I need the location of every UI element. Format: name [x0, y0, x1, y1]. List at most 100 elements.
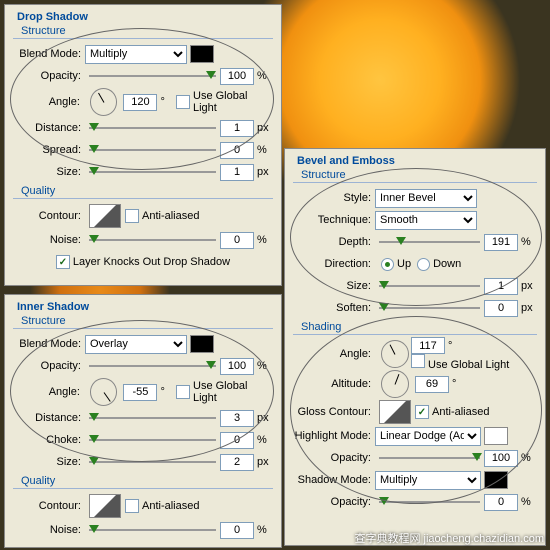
highlight-color-swatch[interactable]	[484, 427, 508, 445]
antialiased-label: Anti-aliased	[432, 406, 489, 418]
noise-label: Noise:	[13, 234, 85, 246]
distance-slider[interactable]	[89, 410, 216, 426]
contour-label: Contour:	[13, 500, 85, 512]
contour-picker[interactable]	[89, 494, 121, 518]
noise-input[interactable]	[220, 522, 254, 539]
gloss-contour-label: Gloss Contour:	[293, 406, 375, 418]
choke-label: Choke:	[13, 434, 85, 446]
shadow-mode-select[interactable]: Multiply	[375, 471, 481, 490]
size-input[interactable]	[220, 164, 254, 181]
distance-input[interactable]	[220, 120, 254, 137]
blend-mode-select[interactable]: Multiply	[85, 45, 187, 64]
depth-label: Depth:	[293, 236, 375, 248]
choke-input[interactable]	[220, 432, 254, 449]
opacity-input[interactable]	[220, 68, 254, 85]
use-global-checkbox[interactable]	[411, 354, 425, 368]
angle-input[interactable]	[123, 94, 157, 111]
soften-slider[interactable]	[379, 300, 480, 316]
soften-input[interactable]	[484, 300, 518, 317]
angle-dial[interactable]	[90, 378, 118, 406]
angle-input[interactable]	[411, 337, 445, 354]
style-label: Style:	[293, 192, 375, 204]
watermark: 查字典教程网 jiaocheng.chazidian.com	[354, 530, 544, 546]
antialiased-label: Anti-aliased	[142, 500, 199, 512]
structure-section: Structure	[293, 169, 537, 183]
altitude-label: Altitude:	[293, 378, 375, 390]
size-input[interactable]	[484, 278, 518, 295]
highlight-opacity-label: Opacity:	[293, 452, 375, 464]
direction-down-radio[interactable]	[417, 258, 430, 271]
angle-label: Angle:	[293, 348, 375, 360]
noise-slider[interactable]	[89, 522, 216, 538]
depth-slider[interactable]	[379, 234, 480, 250]
noise-input[interactable]	[220, 232, 254, 249]
shadow-color-swatch[interactable]	[484, 471, 508, 489]
distance-input[interactable]	[220, 410, 254, 427]
use-global-label: Use Global Light	[193, 90, 273, 114]
angle-label: Angle:	[13, 96, 84, 108]
depth-input[interactable]	[484, 234, 518, 251]
angle-dial[interactable]	[381, 340, 409, 368]
angle-input[interactable]	[123, 384, 157, 401]
antialiased-checkbox[interactable]	[125, 499, 139, 513]
size-input[interactable]	[220, 454, 254, 471]
shadow-opacity-slider[interactable]	[379, 494, 480, 510]
antialiased-checkbox[interactable]	[125, 209, 139, 223]
opacity-label: Opacity:	[13, 360, 85, 372]
highlight-opacity-input[interactable]	[484, 450, 518, 467]
direction-up-radio[interactable]	[381, 258, 394, 271]
color-swatch[interactable]	[190, 45, 214, 63]
structure-section: Structure	[13, 25, 273, 39]
size-label: Size:	[293, 280, 375, 292]
antialiased-label: Anti-aliased	[142, 210, 199, 222]
shadow-opacity-label: Opacity:	[293, 496, 375, 508]
size-label: Size:	[13, 456, 85, 468]
size-slider[interactable]	[89, 454, 216, 470]
use-global-checkbox[interactable]	[176, 95, 190, 109]
inner-shadow-panel: Inner Shadow Structure Blend Mode:Overla…	[4, 294, 282, 548]
angle-label: Angle:	[13, 386, 84, 398]
direction-up-label: Up	[397, 258, 411, 270]
angle-dial[interactable]	[90, 88, 118, 116]
technique-label: Technique:	[293, 214, 375, 226]
noise-slider[interactable]	[89, 232, 216, 248]
direction-down-label: Down	[433, 258, 461, 270]
size-label: Size:	[13, 166, 85, 178]
contour-picker[interactable]	[89, 204, 121, 228]
style-select[interactable]: Inner Bevel	[375, 189, 477, 208]
spread-slider[interactable]	[89, 142, 216, 158]
technique-select[interactable]: Smooth	[375, 211, 477, 230]
knockout-checkbox[interactable]: ✓	[56, 255, 70, 269]
opacity-slider[interactable]	[89, 358, 216, 374]
structure-section: Structure	[13, 315, 273, 329]
highlight-mode-select[interactable]: Linear Dodge (Add)	[375, 427, 481, 446]
opacity-slider[interactable]	[89, 68, 216, 84]
drop-shadow-panel: Drop Shadow Structure Blend Mode:Multipl…	[4, 4, 282, 286]
size-slider[interactable]	[379, 278, 480, 294]
opacity-label: Opacity:	[13, 70, 85, 82]
bevel-emboss-panel: Bevel and Emboss Structure Style:Inner B…	[284, 148, 546, 546]
altitude-dial[interactable]	[381, 370, 409, 398]
panel-title: Drop Shadow	[13, 9, 273, 23]
shading-section: Shading	[293, 321, 537, 335]
choke-slider[interactable]	[89, 432, 216, 448]
spread-input[interactable]	[220, 142, 254, 159]
use-global-checkbox[interactable]	[176, 385, 190, 399]
highlight-opacity-slider[interactable]	[379, 450, 480, 466]
color-swatch[interactable]	[190, 335, 214, 353]
panel-title: Bevel and Emboss	[293, 153, 537, 167]
altitude-input[interactable]	[415, 376, 449, 393]
size-slider[interactable]	[89, 164, 216, 180]
blend-mode-select[interactable]: Overlay	[85, 335, 187, 354]
noise-label: Noise:	[13, 524, 85, 536]
knockout-label: Layer Knocks Out Drop Shadow	[73, 256, 230, 268]
shadow-opacity-input[interactable]	[484, 494, 518, 511]
contour-label: Contour:	[13, 210, 85, 222]
quality-section: Quality	[13, 185, 273, 199]
panel-title: Inner Shadow	[13, 299, 273, 313]
antialiased-checkbox[interactable]: ✓	[415, 405, 429, 419]
distance-slider[interactable]	[89, 120, 216, 136]
opacity-input[interactable]	[220, 358, 254, 375]
spread-label: Spread:	[13, 144, 85, 156]
gloss-contour-picker[interactable]	[379, 400, 411, 424]
